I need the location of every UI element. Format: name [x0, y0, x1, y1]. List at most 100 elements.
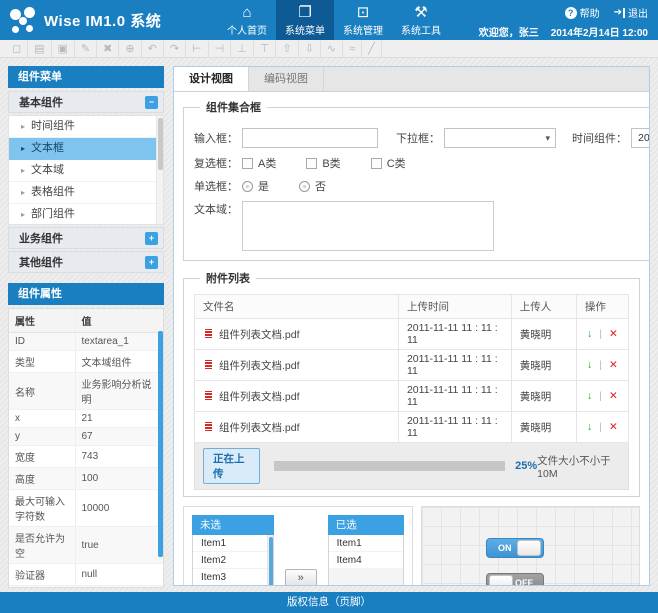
table-row: 组件列表文档.pdf 2011-11-11 11 : 11 : 11 黄晓明 ↓… — [195, 319, 629, 350]
redo-icon[interactable]: ↷ — [164, 41, 186, 57]
delete-icon[interactable]: ✖ — [97, 41, 119, 57]
menu-scrollbar[interactable] — [156, 116, 163, 224]
download-icon[interactable]: ↓ — [587, 390, 592, 402]
help-icon: ? — [565, 7, 577, 19]
tab-design-view[interactable]: 设计视图 — [174, 67, 249, 91]
menu-item-time-component[interactable]: ▸时间组件 — [9, 116, 163, 138]
delete-icon[interactable]: ✕ — [609, 359, 618, 371]
properties-table: 属性 值 IDtextarea_1 类型文本域组件 名称业务影响分析说明 x21… — [9, 309, 163, 588]
table-row: 名称业务影响分析说明 — [9, 373, 163, 410]
download-icon[interactable]: ↓ — [587, 359, 592, 371]
align-bottom-icon[interactable]: ⊥ — [231, 41, 254, 57]
curve-icon[interactable]: ≈ — [343, 41, 362, 57]
list-item[interactable]: Item3 — [193, 569, 273, 585]
download-icon[interactable]: ↓ — [587, 328, 592, 340]
caret-icon: ▸ — [21, 144, 25, 153]
save-icon[interactable]: ▣ — [52, 41, 75, 57]
menu-item-textbox[interactable]: ▸文本框 — [9, 138, 163, 160]
toggle-knob[interactable] — [489, 575, 513, 585]
main-nav: ⌂ 个人首页 ❐ 系统菜单 ⊡ 系统管理 ⚒ 系统工具 — [218, 0, 450, 40]
list-item[interactable]: Item4 — [329, 552, 403, 569]
textarea-label: 文本域： — [194, 201, 238, 217]
expand-icon[interactable]: + — [145, 256, 158, 269]
caret-icon: ▸ — [21, 188, 25, 197]
toggle-switch-off[interactable]: OFF — [486, 573, 544, 585]
caret-icon: ▸ — [21, 122, 25, 131]
undo-icon[interactable]: ↶ — [142, 41, 164, 57]
toggle-knob[interactable] — [517, 540, 541, 556]
properties-panel: 属性 值 IDtextarea_1 类型文本域组件 名称业务影响分析说明 x21… — [8, 308, 164, 588]
import-file-icon[interactable]: ⇩ — [299, 41, 321, 57]
logo-icon — [10, 7, 36, 33]
nav-item-system-menu[interactable]: ❐ 系统菜单 — [276, 0, 334, 40]
move-right-button[interactable]: » — [285, 569, 317, 585]
text-input[interactable] — [242, 128, 378, 148]
date-label: 时间组件： — [572, 130, 627, 146]
delete-icon[interactable]: ✕ — [609, 421, 618, 433]
table-row: 最大可输入字符数10000 — [9, 490, 163, 527]
accordion-business-components[interactable]: 业务组件 + — [8, 227, 164, 249]
attachment-list-fieldset: 附件列表 文件名 上传时间 上传人 操作 组件列表文档.pdf 2011-11-… — [183, 270, 640, 497]
unselected-list: 未选 Item1 Item2 Item3 Item4 Item5 Item6 I… — [192, 515, 274, 585]
collapse-icon[interactable]: − — [145, 96, 158, 109]
component-menu-title: 组件菜单 — [8, 66, 164, 88]
nav-item-system-admin[interactable]: ⊡ 系统管理 — [334, 0, 392, 40]
datetime-text: 2014年2月14日 12:00 — [551, 24, 648, 39]
menu-item-textarea[interactable]: ▸文本域 — [9, 160, 163, 182]
file-size-hint: 文件大小不小于10M — [537, 453, 620, 480]
pdf-icon — [203, 420, 214, 433]
list-item[interactable]: Item1 — [329, 535, 403, 552]
dropdown-select[interactable]: ▾ — [444, 128, 556, 148]
list-item[interactable]: Item1 — [193, 535, 273, 552]
monitor-icon: ⊡ — [334, 5, 392, 22]
edit-file-icon[interactable]: ✎ — [75, 41, 97, 57]
checkbox-c[interactable] — [371, 158, 382, 169]
selected-list-title: 已选 — [328, 515, 404, 535]
line-chart-icon[interactable]: ∿ — [321, 41, 343, 57]
logout-link[interactable]: ➔ 退出 — [614, 5, 648, 20]
checkbox-a[interactable] — [242, 158, 253, 169]
welcome-text: 欢迎您，张三 — [479, 24, 539, 39]
publish-icon[interactable]: ⊕ — [119, 41, 141, 57]
export-file-icon[interactable]: ⇧ — [276, 41, 298, 57]
delete-icon[interactable]: ✕ — [609, 390, 618, 402]
accordion-other-components[interactable]: 其他组件 + — [8, 251, 164, 273]
delete-icon[interactable]: ✕ — [609, 328, 618, 340]
attachment-table: 文件名 上传时间 上传人 操作 组件列表文档.pdf 2011-11-11 11… — [194, 294, 629, 443]
nav-item-system-tools[interactable]: ⚒ 系统工具 — [392, 0, 450, 40]
fieldset-legend: 附件列表 — [200, 270, 256, 286]
list-item[interactable]: Item2 — [193, 552, 273, 569]
chevron-down-icon: ▾ — [545, 133, 550, 144]
open-folder-icon[interactable]: ▤ — [28, 41, 51, 57]
basic-components-list: ▸时间组件 ▸文本框 ▸文本域 ▸表格组件 ▸部门组件 — [8, 115, 164, 225]
design-view: 组件集合框 输入框： 下拉框： ▾ 时间组件： 2012-07-01 ▦ — [174, 92, 649, 585]
list-scrollbar[interactable] — [267, 535, 273, 585]
align-top-icon[interactable]: ⊤ — [254, 41, 277, 57]
accordion-basic-components[interactable]: 基本组件 − — [8, 91, 164, 113]
progress-percent: 25% — [515, 460, 537, 472]
uploading-button[interactable]: 正在上传 — [203, 448, 260, 484]
pdf-icon — [203, 327, 214, 340]
help-link[interactable]: ? 帮助 — [565, 5, 600, 20]
new-file-icon[interactable]: ◻ — [6, 41, 28, 57]
align-right-icon[interactable]: ⊣ — [209, 41, 232, 57]
toggle-switch-on[interactable]: ON — [486, 538, 544, 558]
menu-item-table-component[interactable]: ▸表格组件 — [9, 182, 163, 204]
properties-scrollbar[interactable] — [158, 331, 163, 557]
design-canvas: ON OFF — [421, 506, 640, 585]
date-input[interactable]: 2012-07-01 ▦ — [631, 128, 649, 148]
textarea-field[interactable] — [242, 201, 494, 251]
menu-item-department-component[interactable]: ▸部门组件 — [9, 204, 163, 225]
checkbox-b[interactable] — [306, 158, 317, 169]
download-icon[interactable]: ↓ — [587, 421, 592, 433]
pen-icon[interactable]: ╱ — [362, 41, 382, 57]
caret-icon: ▸ — [21, 166, 25, 175]
radio-no[interactable] — [299, 181, 310, 192]
app-window: Wise IM1.0 系统 ⌂ 个人首页 ❐ 系统菜单 ⊡ 系统管理 ⚒ 系统工… — [0, 0, 658, 613]
expand-icon[interactable]: + — [145, 232, 158, 245]
tab-code-view[interactable]: 编码视图 — [249, 67, 324, 91]
nav-item-home[interactable]: ⌂ 个人首页 — [218, 0, 276, 40]
align-left-icon[interactable]: ⊢ — [186, 41, 209, 57]
documents-icon: ❐ — [276, 5, 334, 22]
radio-yes[interactable] — [242, 181, 253, 192]
